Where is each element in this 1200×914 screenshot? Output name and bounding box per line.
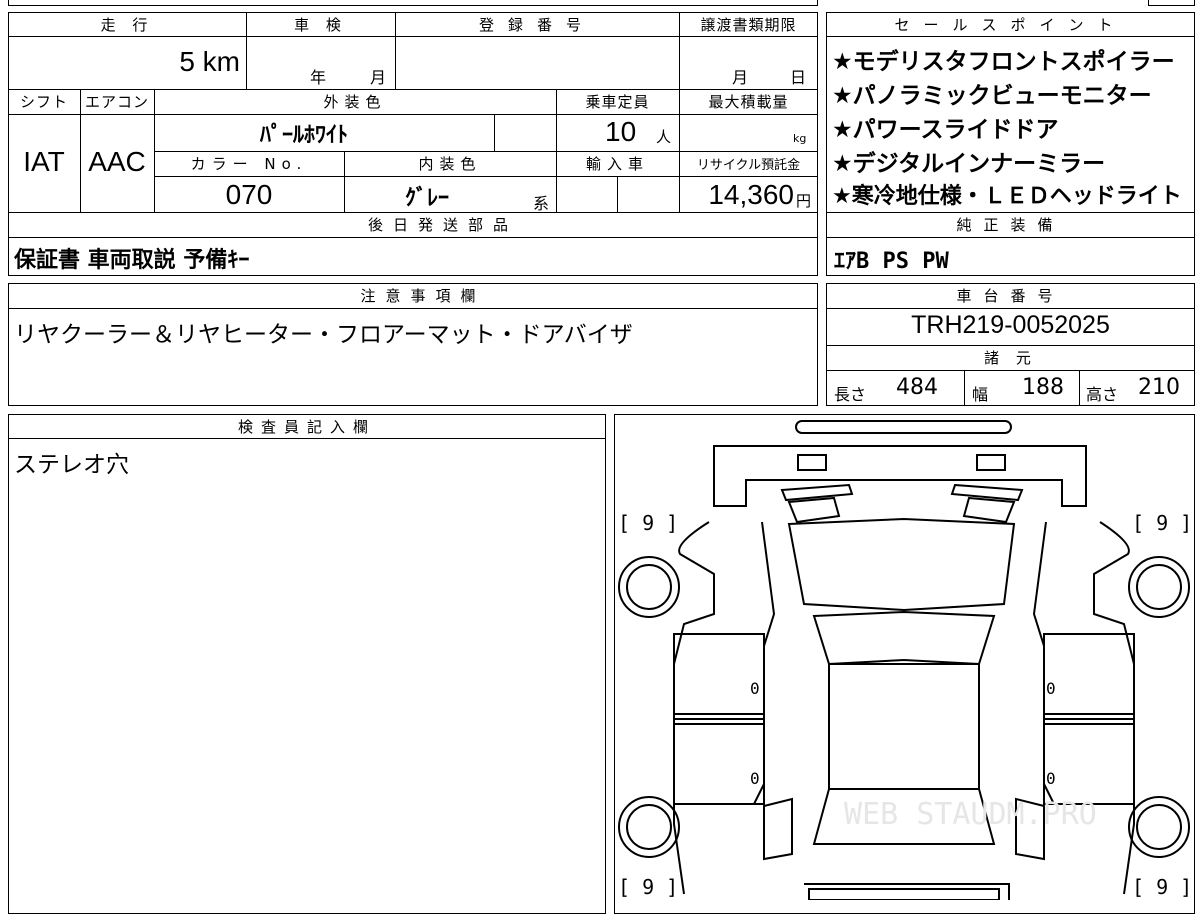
watermark: WEB STAUDM.PRO (844, 797, 1097, 832)
door-mark: 0 (1046, 679, 1056, 698)
mileage-value: 5 km (179, 46, 240, 77)
interior-color-label: 内装色 (345, 152, 555, 175)
tire-rl-label: [ 9 ] (618, 875, 678, 899)
height-value: 210 (1138, 375, 1180, 400)
dimensions-label: 諸 元 (827, 346, 1194, 369)
inspector-value: ステレオ穴 (14, 452, 129, 478)
chassis-label: 車台番号 (827, 284, 1194, 307)
capacity-label: 乗車定員 (557, 90, 678, 113)
length-label: 長さ (834, 385, 867, 404)
transfer-deadline-label: 譲渡書類期限 (680, 13, 817, 36)
front-lamp-right (976, 454, 1006, 471)
aircon-label: エアコン (81, 90, 153, 113)
inspection-label: 車 検 (247, 13, 394, 36)
width-value: 188 (1022, 375, 1064, 400)
shift-value: IAT (23, 146, 65, 177)
height-label: 高さ (1086, 385, 1119, 404)
later-parts-label: 後日発送部品 (9, 213, 817, 236)
roof (828, 663, 980, 790)
front-bumper (795, 420, 1012, 434)
genuine-equipment-value: ｴｱB PS PW (834, 249, 949, 274)
inspection-month: 月 (370, 68, 387, 87)
inspection-year: 年 (310, 68, 327, 87)
sales-point-item: ★デジタルインナーミラー (832, 151, 1106, 177)
genuine-equipment-label: 純正装備 (827, 213, 1194, 236)
notes-value: リヤクーラー＆リヤヒーター・フロアーマット・ドアバイザ (14, 322, 633, 348)
exterior-color-value: ﾊﾟｰﾙﾎﾜｲﾄ (260, 123, 349, 148)
width-label: 幅 (972, 385, 989, 404)
hood-front (713, 445, 1087, 507)
mileage-label: 走 行 (9, 13, 245, 36)
tire-rr-label: [ 9 ] (1132, 875, 1192, 899)
sales-point-item: ★パワースライドドア (832, 117, 1059, 143)
color-no-label: カラー No. (155, 152, 343, 175)
transfer-day: 日 (790, 68, 807, 87)
registration-label: 登録番号 (396, 13, 678, 36)
roof-front (812, 610, 996, 666)
sales-points-label: セールスポイント (827, 13, 1194, 36)
inspector-panel (8, 414, 606, 914)
max-load-unit: kg (793, 132, 807, 145)
door-mark: 0 (750, 679, 760, 698)
notes-label: 注意事項欄 (9, 284, 817, 307)
windshield (787, 517, 1016, 612)
length-value: 484 (896, 375, 938, 400)
interior-suffix: 系 (533, 194, 550, 213)
chassis-number: TRH219-0052025 (911, 311, 1110, 339)
import-label: 輸入車 (557, 152, 678, 175)
recycle-deposit-label: リサイクル預託金 (680, 152, 817, 175)
tire-fl-label: [ 9 ] (618, 511, 678, 535)
top-right-strip (1148, 0, 1195, 6)
door-mark: 0 (1046, 769, 1056, 788)
color-no-value: 070 (225, 179, 273, 210)
sales-point-item: ★パノラミックビューモニター (832, 83, 1152, 109)
doors-right (1043, 633, 1135, 805)
sales-point-item: ★寒冷地仕様・ＬＥＤヘッドライト (832, 184, 1182, 209)
capacity-unit: 人 (656, 128, 672, 146)
capacity-value: 10 (605, 116, 637, 147)
exterior-color-label: 外装色 (155, 90, 555, 113)
shift-label: シフト (9, 90, 79, 113)
recycle-deposit-value: 14,360 (708, 179, 794, 210)
tire-fr-label: [ 9 ] (1132, 511, 1192, 535)
later-parts-value: 保証書 車両取説 予備ｷｰ (14, 248, 250, 273)
sales-point-item: ★モデリスタフロントスポイラー (832, 49, 1175, 75)
top-strip (8, 0, 818, 6)
car-diagram: [ 9 ] [ 9 ] [ 9 ] [ 9 ] 0 0 0 0 WEB STAU… (618, 420, 1192, 900)
recycle-deposit-unit: 円 (796, 192, 812, 210)
front-lamp-left (797, 454, 827, 471)
transfer-month: 月 (732, 68, 749, 87)
interior-color-value: ｸﾞﾚｰ (405, 186, 450, 211)
inspector-label: 検査員記入欄 (9, 415, 605, 438)
door-mark: 0 (750, 769, 760, 788)
aircon-value: AAC (88, 146, 146, 177)
max-load-label: 最大積載量 (680, 90, 817, 113)
